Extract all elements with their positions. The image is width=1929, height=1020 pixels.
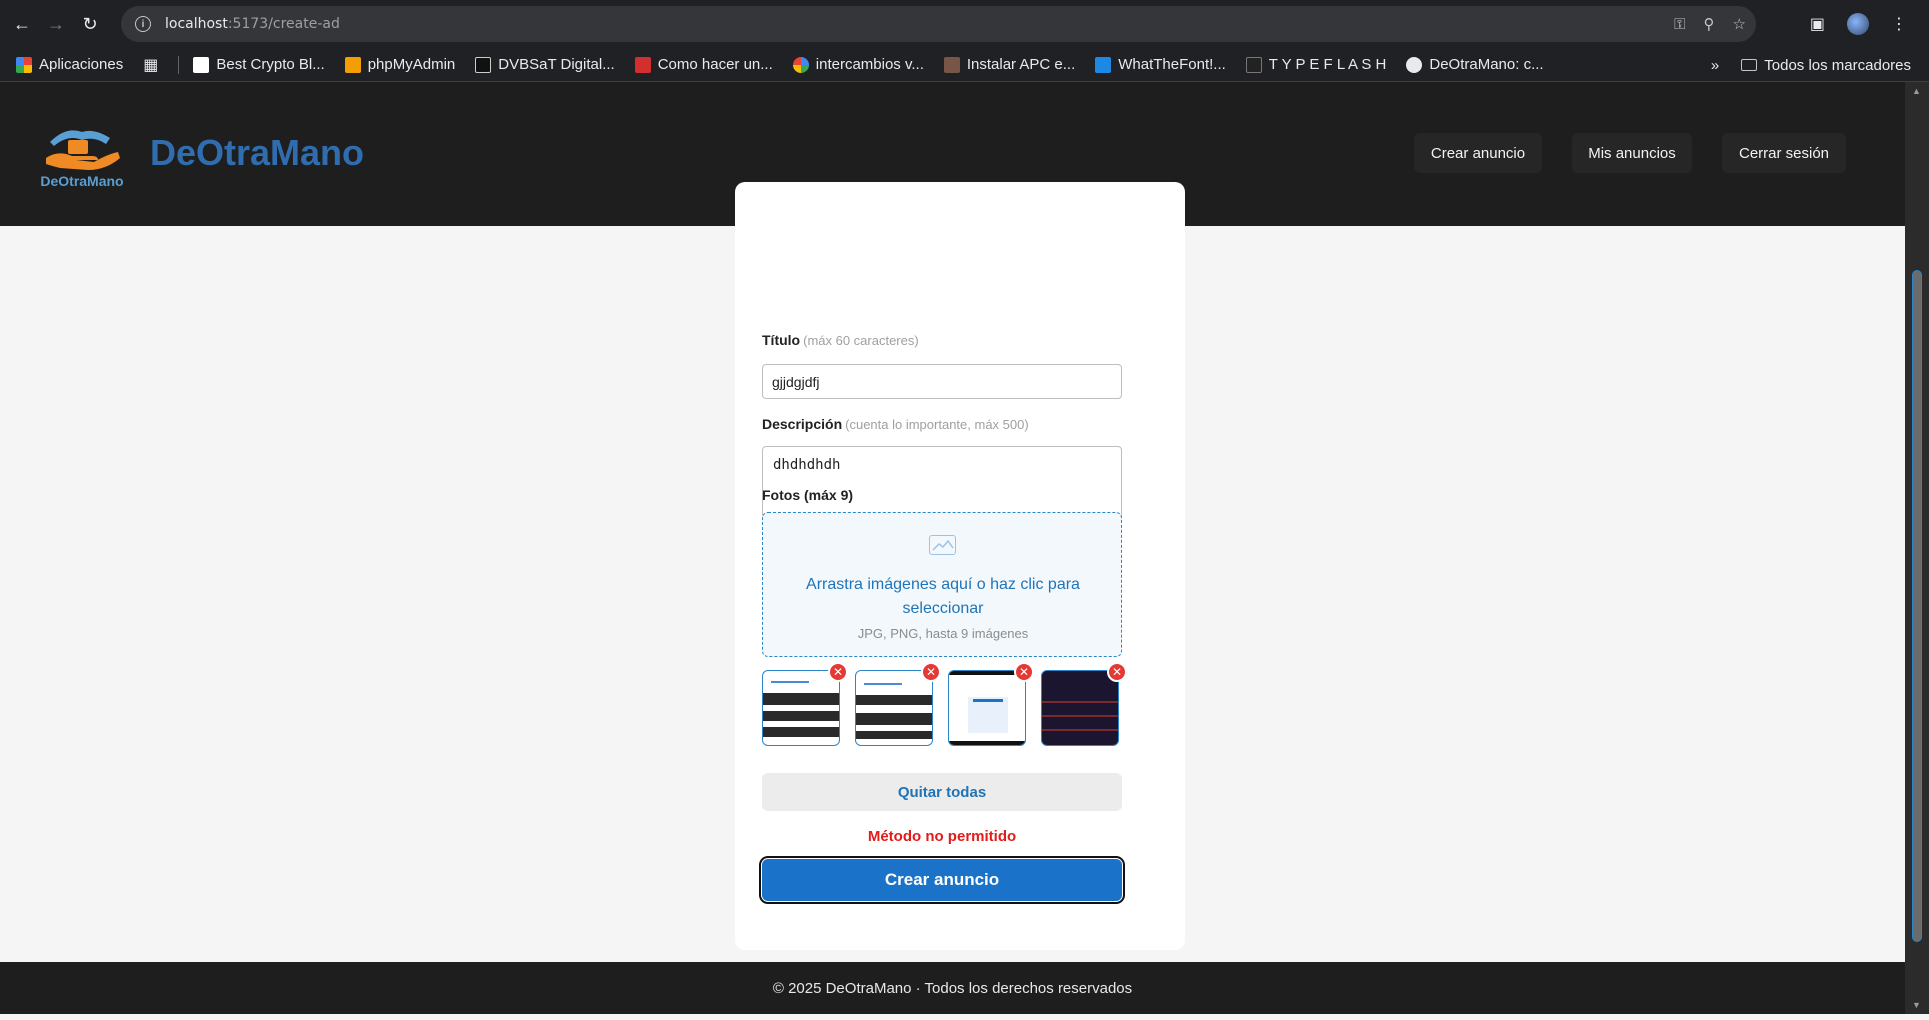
photo-dropzone[interactable]: Arrastra imágenes aquí o haz clic para s… <box>762 512 1122 657</box>
description-text: dhdhdhdh <box>773 457 841 473</box>
remove-all-photos-button[interactable]: Quitar todas <box>762 773 1122 811</box>
remove-photo-icon[interactable]: ✕ <box>828 662 848 682</box>
screenshot-icon[interactable]: ▣ <box>1810 14 1825 34</box>
nav-create-ad-button[interactable]: Crear anuncio <box>1414 133 1542 173</box>
bookmark-label: Aplicaciones <box>39 56 124 73</box>
bookmark-favicon-icon <box>475 56 492 73</box>
page-viewport: DeOtraMano DeOtraMano Crear anuncio Mis … <box>0 82 1905 1014</box>
error-message: Método no permitido <box>867 828 1017 845</box>
photos-label: Fotos (máx 9) <box>762 487 854 503</box>
scrollbar-thumb[interactable] <box>1912 270 1922 942</box>
bookmark-favicon-icon <box>1245 56 1262 73</box>
dropzone-formats: JPG, PNG, hasta 9 imágenes <box>857 626 1029 641</box>
title-hint: (máx 60 caracteres) <box>803 333 919 348</box>
bookmark-item[interactable]: Instalar APC e... <box>943 56 1075 73</box>
globe-icon <box>1406 56 1423 73</box>
photo-thumbnail[interactable] <box>1041 670 1119 746</box>
google-icon <box>792 56 809 73</box>
menu-kebab-icon[interactable]: ⋮ <box>1891 14 1907 34</box>
bookmark-favicon-icon <box>634 56 651 73</box>
bookmark-item[interactable]: Best Crypto Bl... <box>193 56 325 73</box>
dropzone-instructions: Arrastra imágenes aquí o haz clic para s… <box>806 576 1080 617</box>
bookmark-item[interactable]: Como hacer un... <box>634 56 773 73</box>
folder-icon <box>1741 59 1758 71</box>
profile-avatar[interactable] <box>1847 13 1869 35</box>
site-info-icon[interactable]: i <box>135 16 151 32</box>
create-ad-form: Título (máx 60 caracteres) gjjdgjdfj Desc… <box>735 182 1185 950</box>
site-footer: © 2025 DeOtraMano · Todos los derechos r… <box>0 962 1905 1014</box>
scroll-up-icon[interactable]: ▲ <box>1912 86 1921 96</box>
logo[interactable]: DeOtraMano <box>36 118 128 190</box>
bookmark-item[interactable]: DVBSaT Digital... <box>475 56 615 73</box>
description-hint: (cuenta lo importante, máx 500) <box>845 417 1029 432</box>
more-bookmarks-icon[interactable]: » <box>1711 57 1719 74</box>
bookmark-item[interactable]: DeOtraMano: c... <box>1406 56 1544 73</box>
address-bar[interactable]: i localhost:5173/create-ad ⚿ ⚲ ☆ <box>121 6 1756 42</box>
bookmark-favicon-icon <box>1095 56 1112 73</box>
all-bookmarks-folder[interactable]: Todos los marcadores <box>1741 57 1911 74</box>
nav-my-ads-button[interactable]: Mis anuncios <box>1572 133 1692 173</box>
logo-bottom-hand <box>46 152 120 170</box>
remove-photo-icon[interactable]: ✕ <box>1107 662 1127 682</box>
description-label: Descripción (cuenta lo importante, máx 50… <box>762 416 1029 432</box>
bookmarks-bar: Aplicaciones ▦ Best Crypto Bl... phpMyAd… <box>0 48 1929 82</box>
zoom-icon[interactable]: ⚲ <box>1704 15 1715 33</box>
divider <box>178 55 180 74</box>
browser-toolbar: ← → ↻ i localhost:5173/create-ad ⚿ ⚲ ☆ ▣… <box>0 0 1929 48</box>
bookmark-item[interactable]: T Y P E F L A S H <box>1245 56 1386 73</box>
brand-name[interactable]: DeOtraMano <box>150 132 364 174</box>
photo-thumbnail[interactable] <box>762 670 840 746</box>
apps-grid-icon <box>16 56 32 73</box>
tab-groups-icon[interactable]: ▦ <box>143 55 158 75</box>
photo-thumbnail[interactable] <box>948 670 1026 746</box>
url-text[interactable]: localhost:5173/create-ad <box>165 16 340 32</box>
bookmark-apps[interactable]: Aplicaciones <box>16 56 123 73</box>
logo-box <box>68 140 88 154</box>
bookmark-favicon-icon <box>344 56 361 73</box>
nav-logout-button[interactable]: Cerrar sesión <box>1722 133 1846 173</box>
logo-caption: DeOtraMano <box>40 173 123 189</box>
bookmark-item[interactable]: intercambios v... <box>792 56 924 73</box>
bookmark-favicon-icon <box>943 56 960 73</box>
page-scrollbar[interactable]: ▲ ▼ <box>1905 82 1929 1014</box>
image-icon <box>929 535 956 555</box>
bookmark-favicon-icon <box>193 56 210 73</box>
title-input[interactable]: gjjdgjdfj <box>762 364 1122 399</box>
bookmark-item[interactable]: phpMyAdmin <box>344 56 455 73</box>
reload-icon[interactable]: ↻ <box>78 12 102 36</box>
bookmark-item[interactable]: WhatTheFont!... <box>1095 56 1226 73</box>
password-key-icon[interactable]: ⚿ <box>1674 16 1685 33</box>
scroll-down-icon[interactable]: ▼ <box>1912 1000 1921 1010</box>
photo-thumbnail[interactable] <box>855 670 933 746</box>
bookmark-star-icon[interactable]: ☆ <box>1733 15 1746 33</box>
title-label: Título (máx 60 caracteres) <box>762 332 919 348</box>
forward-icon[interactable]: → <box>44 12 68 36</box>
remove-photo-icon[interactable]: ✕ <box>1014 662 1034 682</box>
remove-photo-icon[interactable]: ✕ <box>921 662 941 682</box>
submit-create-ad-button[interactable]: Crear anuncio <box>759 856 1125 904</box>
back-icon[interactable]: ← <box>10 12 34 36</box>
